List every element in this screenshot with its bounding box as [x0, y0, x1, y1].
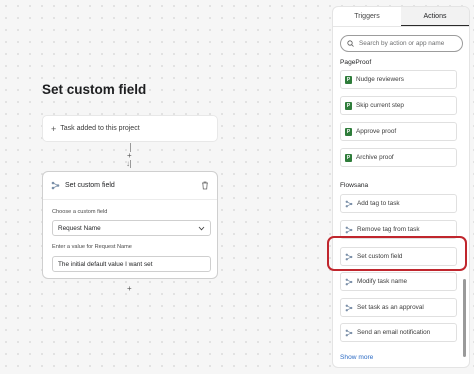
action-item-label: Nudge reviewers	[356, 76, 404, 83]
search-icon	[347, 40, 354, 47]
flowsana-icon	[51, 181, 60, 190]
flowsana-icon	[345, 304, 353, 311]
action-item-label: Archive proof	[356, 154, 394, 161]
action-item[interactable]: P Nudge reviewers	[340, 70, 457, 89]
custom-field-label: Choose a custom field	[52, 209, 108, 215]
action-card-header: Set custom field	[43, 172, 217, 200]
chevron-down-icon	[198, 226, 205, 230]
pageproof-icon: P	[345, 101, 352, 110]
action-item[interactable]: P Approve proof	[340, 122, 457, 141]
pageproof-icon: P	[345, 75, 352, 84]
custom-field-select[interactable]: Request Name	[52, 220, 211, 236]
flowsana-icon	[345, 278, 353, 285]
flowsana-icon	[345, 200, 353, 207]
custom-field-value: Request Name	[58, 224, 101, 232]
search-placeholder: Search by action or app name	[359, 40, 445, 47]
search-input[interactable]: Search by action or app name	[340, 35, 463, 52]
group-heading-flowsana: Flowsana	[340, 182, 369, 189]
action-item-label: Set task as an approval	[357, 304, 424, 311]
value-label: Enter a value for Request Name	[52, 244, 132, 250]
flowsana-icon	[345, 226, 353, 233]
group-heading-pageproof: PageProof	[340, 59, 372, 66]
value-input[interactable]: The initial default value I want set	[52, 256, 211, 272]
page-title: Set custom field	[42, 82, 147, 97]
arrow-down-icon: ↓	[126, 159, 130, 168]
pageproof-icon: P	[345, 153, 352, 162]
value-input-text: The initial default value I want set	[58, 260, 153, 268]
action-item-label: Remove tag from task	[357, 226, 420, 233]
action-card-title: Set custom field	[65, 182, 115, 189]
trash-icon[interactable]	[201, 181, 209, 190]
add-step-plus-icon[interactable]: +	[127, 284, 132, 293]
action-item[interactable]: Send an email notification	[340, 323, 457, 342]
tab-triggers[interactable]: Triggers	[333, 7, 401, 26]
action-item-label: Modify task name	[357, 278, 408, 285]
trigger-label: Task added to this project	[60, 125, 140, 132]
action-item[interactable]: Modify task name	[340, 272, 457, 291]
action-item-label: Add tag to task	[357, 200, 400, 207]
action-item-label: Approve proof	[356, 128, 397, 135]
trigger-card[interactable]: + Task added to this project	[42, 115, 218, 142]
tab-actions[interactable]: Actions	[401, 7, 469, 26]
actions-panel: Triggers Actions Search by action or app…	[332, 6, 470, 368]
panel-tabs: Triggers Actions	[333, 7, 469, 27]
show-more-link[interactable]: Show more	[340, 354, 373, 361]
action-item-label: Send an email notification	[357, 329, 431, 336]
action-item[interactable]: Set task as an approval	[340, 298, 457, 317]
action-item[interactable]: P Archive proof	[340, 148, 457, 167]
scrollbar[interactable]	[463, 279, 466, 357]
plus-icon: +	[51, 123, 57, 134]
action-card[interactable]: Set custom field Choose a custom field R…	[42, 171, 218, 279]
highlight-annotation	[327, 236, 467, 271]
action-item[interactable]: Add tag to task	[340, 194, 457, 213]
action-item[interactable]: P Skip current step	[340, 96, 457, 115]
action-item-label: Skip current step	[356, 102, 404, 109]
flowsana-icon	[345, 329, 353, 336]
pageproof-icon: P	[345, 127, 352, 136]
